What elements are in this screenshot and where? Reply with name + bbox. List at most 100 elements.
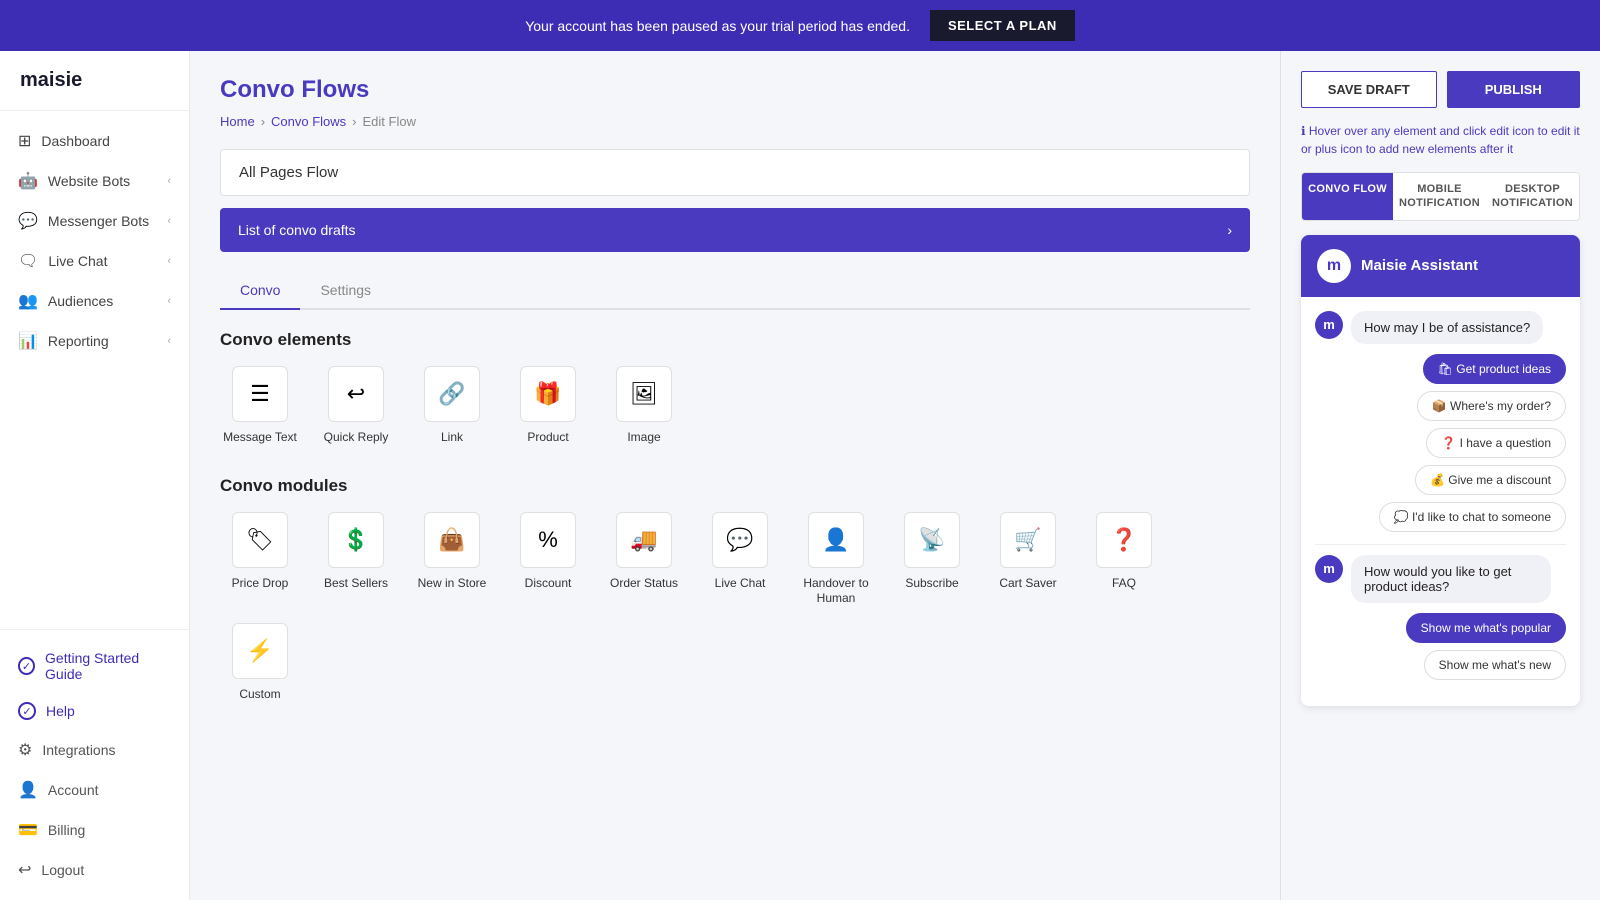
nav-chevron-audiences: ‹	[167, 295, 171, 307]
element-icon-quick-reply: ↩	[328, 366, 384, 422]
chat-msg-avatar-msg1: m	[1315, 311, 1343, 339]
module-custom[interactable]: ⚡ Custom	[220, 623, 300, 703]
bottom-icon-logout: ↩	[18, 860, 31, 880]
breadcrumb-sep-2: ›	[352, 114, 356, 129]
breadcrumb-link-1[interactable]: Convo Flows	[271, 114, 346, 129]
save-draft-button[interactable]: SAVE DRAFT	[1301, 71, 1437, 108]
element-label-quick-reply: Quick Reply	[324, 430, 389, 446]
module-icon-subscribe: 📡	[904, 512, 960, 568]
module-live-chat[interactable]: 💬 Live Chat	[700, 512, 780, 607]
elements-grid: ☰ Message Text↩ Quick Reply🔗 Link🎁 Produ…	[220, 366, 1250, 446]
sidebar-item-account[interactable]: 👤 Account	[0, 770, 189, 810]
bottom-label-getting-started: Getting Started Guide	[45, 650, 171, 682]
view-tabs: CONVO FLOWMOBILE NOTIFICATIONDESKTOP NOT…	[1301, 172, 1580, 221]
drafts-bar[interactable]: List of convo drafts ›	[220, 208, 1250, 252]
nav-icon-live-chat: 🗨	[18, 251, 38, 271]
chat-body: m How may I be of assistance? 🛍 Get prod…	[1301, 297, 1580, 706]
sidebar-item-billing[interactable]: 💳 Billing	[0, 810, 189, 850]
chat-header-avatar: m	[1317, 249, 1351, 283]
element-link[interactable]: 🔗 Link	[412, 366, 492, 446]
module-icon-faq: ❓	[1096, 512, 1152, 568]
drafts-label: List of convo drafts	[238, 222, 356, 238]
module-label-new-in-store: New in Store	[418, 576, 487, 592]
module-label-price-drop: Price Drop	[232, 576, 289, 592]
sidebar-item-dashboard[interactable]: ⊞ Dashboard	[0, 121, 189, 161]
nav-label-dashboard: Dashboard	[41, 133, 110, 149]
chat-msg-avatar-msg2: m	[1315, 555, 1343, 583]
chat-bubble-msg2: How would you like to get product ideas?	[1351, 555, 1551, 603]
reply-btn-r1[interactable]: 🛍 Get product ideas	[1423, 354, 1566, 384]
element-message-text[interactable]: ☰ Message Text	[220, 366, 300, 446]
nav-chevron-messenger-bots: ‹	[167, 215, 171, 227]
module-icon-live-chat: 💬	[712, 512, 768, 568]
view-tab-desktop-notification[interactable]: DESKTOP NOTIFICATION	[1486, 173, 1579, 220]
sidebar-item-help[interactable]: ✓ Help	[0, 692, 189, 730]
module-new-in-store[interactable]: 👜 New in Store	[412, 512, 492, 607]
chat-replies-msg2: Show me what's popular Show me what's new	[1315, 613, 1566, 680]
sidebar-item-website-bots[interactable]: 🤖 Website Bots ‹	[0, 161, 189, 201]
sidebar-logo: maisie	[0, 51, 189, 111]
sidebar-item-getting-started[interactable]: ✓ Getting Started Guide	[0, 640, 189, 692]
right-panel: SAVE DRAFT PUBLISH ℹ Hover over any elem…	[1280, 51, 1600, 900]
main-content: Convo Flows Home›Convo Flows›Edit Flow A…	[190, 51, 1280, 900]
view-tab-convo-flow[interactable]: CONVO FLOW	[1302, 173, 1393, 220]
reply-btn-r2[interactable]: 📦 Where's my order?	[1417, 391, 1566, 421]
chat-preview: m Maisie Assistant m How may I be of ass…	[1301, 235, 1580, 706]
module-best-sellers[interactable]: 💲 Best Sellers	[316, 512, 396, 607]
flow-name[interactable]: All Pages Flow	[220, 149, 1250, 196]
module-label-order-status: Order Status	[610, 576, 678, 592]
element-icon-message-text: ☰	[232, 366, 288, 422]
sidebar-item-messenger-bots[interactable]: 💬 Messenger Bots ‹	[0, 201, 189, 241]
chat-bubble-msg1: How may I be of assistance?	[1351, 311, 1543, 344]
module-icon-custom: ⚡	[232, 623, 288, 679]
nav-label-audiences: Audiences	[48, 293, 113, 309]
element-product[interactable]: 🎁 Product	[508, 366, 588, 446]
circle-icon-help: ✓	[18, 702, 36, 720]
element-quick-reply[interactable]: ↩ Quick Reply	[316, 366, 396, 446]
breadcrumb-link-0[interactable]: Home	[220, 114, 255, 129]
modules-section-title: Convo modules	[220, 476, 1250, 496]
bottom-label-billing: Billing	[48, 822, 85, 838]
element-image[interactable]: 🖼 Image	[604, 366, 684, 446]
publish-button[interactable]: PUBLISH	[1447, 71, 1581, 108]
chat-divider-0	[1315, 544, 1566, 545]
reply-btn-r3[interactable]: ❓ I have a question	[1426, 428, 1566, 458]
module-icon-new-in-store: 👜	[424, 512, 480, 568]
sidebar-item-integrations[interactable]: ⚙ Integrations	[0, 730, 189, 770]
nav-label-live-chat: Live Chat	[48, 253, 107, 269]
tab-settings[interactable]: Settings	[300, 272, 391, 310]
module-label-live-chat: Live Chat	[715, 576, 766, 592]
module-label-handover-human: Handover to Human	[796, 576, 876, 607]
select-plan-button[interactable]: SELECT A PLAN	[930, 10, 1075, 41]
module-faq[interactable]: ❓ FAQ	[1084, 512, 1164, 607]
module-cart-saver[interactable]: 🛒 Cart Saver	[988, 512, 1068, 607]
reply-btn-r4[interactable]: 💰 Give me a discount	[1415, 465, 1566, 495]
element-icon-link: 🔗	[424, 366, 480, 422]
module-label-custom: Custom	[239, 687, 280, 703]
nav-label-website-bots: Website Bots	[48, 173, 130, 189]
sidebar-item-reporting[interactable]: 📊 Reporting ‹	[0, 321, 189, 361]
element-label-link: Link	[441, 430, 463, 446]
chat-message-msg1: m How may I be of assistance?	[1315, 311, 1566, 344]
module-subscribe[interactable]: 📡 Subscribe	[892, 512, 972, 607]
sidebar-item-live-chat[interactable]: 🗨 Live Chat ‹	[0, 241, 189, 281]
reply-btn-r5[interactable]: 💭 I'd like to chat to someone	[1379, 502, 1566, 532]
elements-section-title: Convo elements	[220, 330, 1250, 350]
bottom-label-account: Account	[48, 782, 99, 798]
module-order-status[interactable]: 🚚 Order Status	[604, 512, 684, 607]
module-discount[interactable]: % Discount	[508, 512, 588, 607]
sidebar-item-audiences[interactable]: 👥 Audiences ‹	[0, 281, 189, 321]
module-price-drop[interactable]: 🏷 Price Drop	[220, 512, 300, 607]
view-tab-mobile-notification[interactable]: MOBILE NOTIFICATION	[1393, 173, 1486, 220]
banner-text: Your account has been paused as your tri…	[525, 18, 910, 34]
nav-icon-dashboard: ⊞	[18, 131, 31, 151]
reply-btn-r6[interactable]: Show me what's popular	[1406, 613, 1566, 643]
nav-label-messenger-bots: Messenger Bots	[48, 213, 149, 229]
tab-convo[interactable]: Convo	[220, 272, 300, 310]
sidebar-item-logout[interactable]: ↩ Logout	[0, 850, 189, 890]
breadcrumb-sep-1: ›	[261, 114, 265, 129]
nav-icon-messenger-bots: 💬	[18, 211, 38, 231]
module-icon-order-status: 🚚	[616, 512, 672, 568]
module-handover-human[interactable]: 👤 Handover to Human	[796, 512, 876, 607]
reply-btn-r7[interactable]: Show me what's new	[1424, 650, 1566, 680]
